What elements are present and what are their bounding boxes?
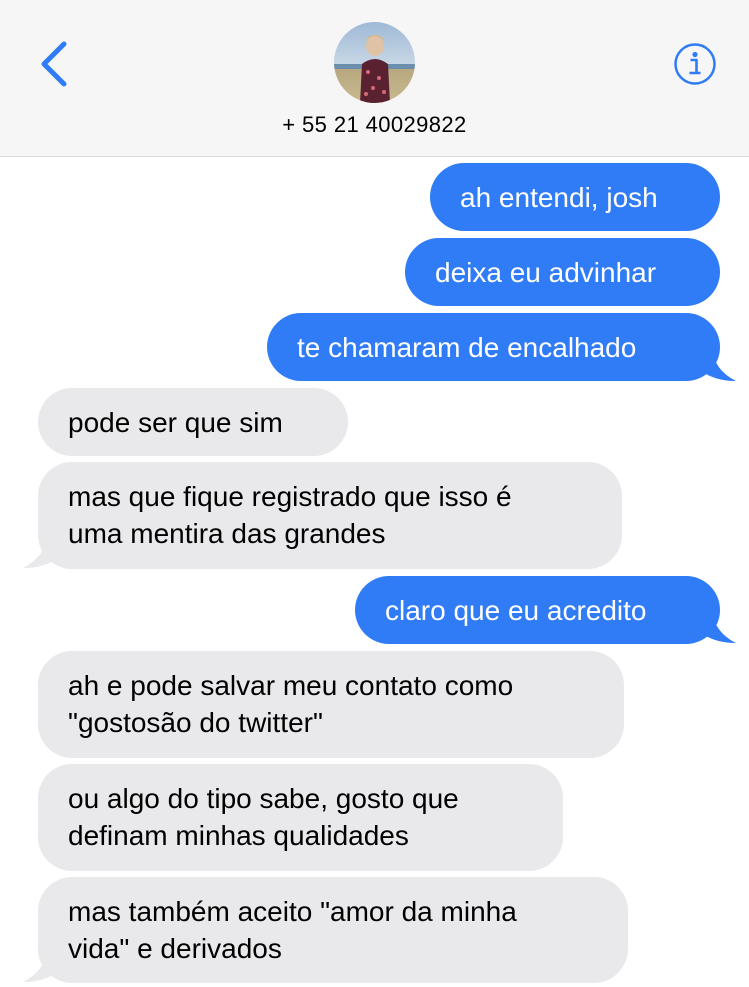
- message-bubble-incoming[interactable]: pode ser que sim: [38, 388, 348, 456]
- message-text: pode ser que sim: [68, 407, 283, 438]
- message-text: "gostosão do twitter": [68, 707, 323, 738]
- message-bubble-incoming[interactable]: ou algo do tipo sabe, gosto que definam …: [38, 764, 563, 871]
- chevron-left-icon: [41, 41, 67, 87]
- avatar-photo: [334, 22, 415, 103]
- bubble-tail-outgoing: [700, 610, 736, 643]
- message-text: mas que fique registrado que isso é: [68, 481, 512, 512]
- message-text: definam minhas qualidades: [68, 820, 409, 851]
- message-text: vida" e derivados: [68, 933, 282, 964]
- message-text: ou algo do tipo sabe, gosto que: [68, 783, 459, 814]
- bubble-tail-incoming: [23, 535, 59, 568]
- message-text: ah e pode salvar meu contato como: [68, 670, 514, 701]
- message-text: uma mentira das grandes: [68, 518, 386, 549]
- message-bubble-outgoing[interactable]: claro que eu acredito: [355, 576, 720, 644]
- message-bubble-incoming[interactable]: ah e pode salvar meu contato como "gosto…: [38, 651, 624, 758]
- info-button[interactable]: [673, 42, 717, 86]
- message-text: claro que eu acredito: [385, 595, 647, 626]
- message-text: te chamaram de encalhado: [297, 332, 637, 363]
- message-text: mas também aceito "amor da minha: [68, 896, 517, 927]
- message-text: ah entendi, josh: [460, 182, 658, 213]
- bubble-tail-outgoing: [700, 348, 736, 381]
- contact-avatar[interactable]: [334, 22, 415, 103]
- info-circle-icon: [674, 43, 716, 85]
- message-bubble-outgoing[interactable]: deixa eu advinhar: [405, 238, 720, 306]
- bubble-tail-incoming: [23, 949, 59, 982]
- conversation-header: + 55 21 40029822: [0, 0, 749, 157]
- message-bubble-incoming[interactable]: mas que fique registrado que isso é uma …: [38, 462, 622, 569]
- contact-phone-number[interactable]: + 55 21 40029822: [0, 112, 749, 138]
- message-bubble-incoming[interactable]: mas também aceito "amor da minha vida" e…: [38, 877, 628, 983]
- back-button[interactable]: [36, 40, 72, 88]
- message-bubble-outgoing[interactable]: te chamaram de encalhado: [267, 313, 720, 381]
- message-text: deixa eu advinhar: [435, 257, 657, 288]
- message-bubble-outgoing[interactable]: ah entendi, josh: [430, 163, 720, 231]
